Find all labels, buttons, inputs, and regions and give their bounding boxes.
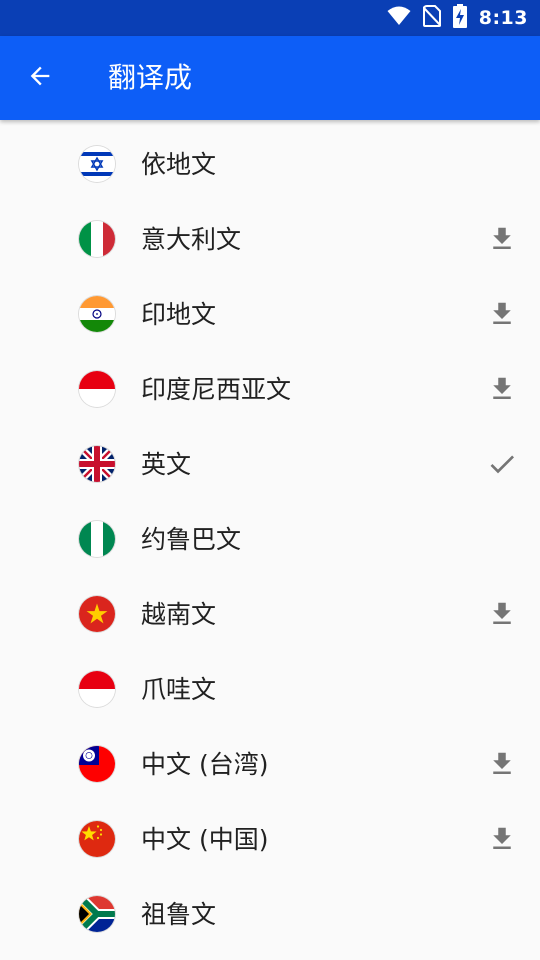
checkmark-icon xyxy=(484,446,520,482)
flag-south-africa-icon xyxy=(79,896,115,932)
language-row[interactable]: 印地文 xyxy=(0,277,540,352)
language-label: 爪哇文 xyxy=(141,675,217,704)
flag-indonesia-icon xyxy=(79,671,115,707)
language-row[interactable]: 依地文 xyxy=(0,127,540,202)
flag-italy-icon xyxy=(79,221,115,257)
language-label: 祖鲁文 xyxy=(141,900,217,929)
flag-indonesia-icon xyxy=(79,371,115,407)
language-list[interactable]: 伊格博文依地文意大利文印地文印度尼西亚文英文约鲁巴文越南文爪哇文中文 (台湾) 中… xyxy=(0,120,540,960)
language-label: 中文 (台湾) xyxy=(141,750,269,779)
flag-taiwan-icon xyxy=(79,746,115,782)
language-row[interactable]: 意大利文 xyxy=(0,202,540,277)
status-bar: 8:13 xyxy=(0,0,540,36)
status-icons: 8:13 xyxy=(387,0,528,36)
flag-nigeria-icon xyxy=(79,521,115,557)
language-label: 意大利文 xyxy=(141,225,242,254)
flag-india-icon xyxy=(79,296,115,332)
download-icon[interactable] xyxy=(484,221,520,257)
language-label: 伊格博文 xyxy=(141,120,241,127)
download-icon[interactable] xyxy=(484,296,520,332)
download-icon[interactable] xyxy=(484,371,520,407)
battery-charging-icon xyxy=(452,4,467,32)
language-row[interactable]: 印度尼西亚文 xyxy=(0,352,540,427)
language-label: 依地文 xyxy=(141,150,217,179)
language-list-content: 伊格博文依地文意大利文印地文印度尼西亚文英文约鲁巴文越南文爪哇文中文 (台湾) 中… xyxy=(0,120,540,952)
language-row[interactable]: 中文 (台湾) xyxy=(0,727,540,802)
flag-israel-icon xyxy=(79,146,115,182)
language-row[interactable]: 英文 xyxy=(0,427,540,502)
flag-china-icon xyxy=(79,821,115,857)
language-label: 约鲁巴文 xyxy=(141,525,242,554)
language-label: 中文 (中国) xyxy=(141,825,269,854)
back-button[interactable] xyxy=(18,56,62,100)
language-label: 越南文 xyxy=(141,600,217,629)
download-icon[interactable] xyxy=(484,746,520,782)
language-row[interactable]: 伊格博文 xyxy=(0,120,540,127)
app-bar: 翻译成 xyxy=(0,36,540,120)
language-label: 印度尼西亚文 xyxy=(141,375,292,404)
language-label: 英文 xyxy=(141,450,192,479)
page-title: 翻译成 xyxy=(108,61,193,94)
language-row[interactable]: 祖鲁文 xyxy=(0,877,540,952)
language-row[interactable]: 越南文 xyxy=(0,577,540,652)
flag-uk-icon xyxy=(79,446,115,482)
language-row[interactable]: 约鲁巴文 xyxy=(0,502,540,577)
wifi-icon xyxy=(387,6,411,30)
flag-vietnam-icon xyxy=(79,596,115,632)
language-row[interactable]: 中文 (中国) xyxy=(0,802,540,877)
status-time: 8:13 xyxy=(478,7,528,29)
language-label: 印地文 xyxy=(141,300,217,329)
arrow-back-icon xyxy=(26,62,54,94)
download-icon[interactable] xyxy=(484,596,520,632)
no-sim-icon xyxy=(422,5,442,31)
language-row[interactable]: 爪哇文 xyxy=(0,652,540,727)
download-icon[interactable] xyxy=(484,821,520,857)
